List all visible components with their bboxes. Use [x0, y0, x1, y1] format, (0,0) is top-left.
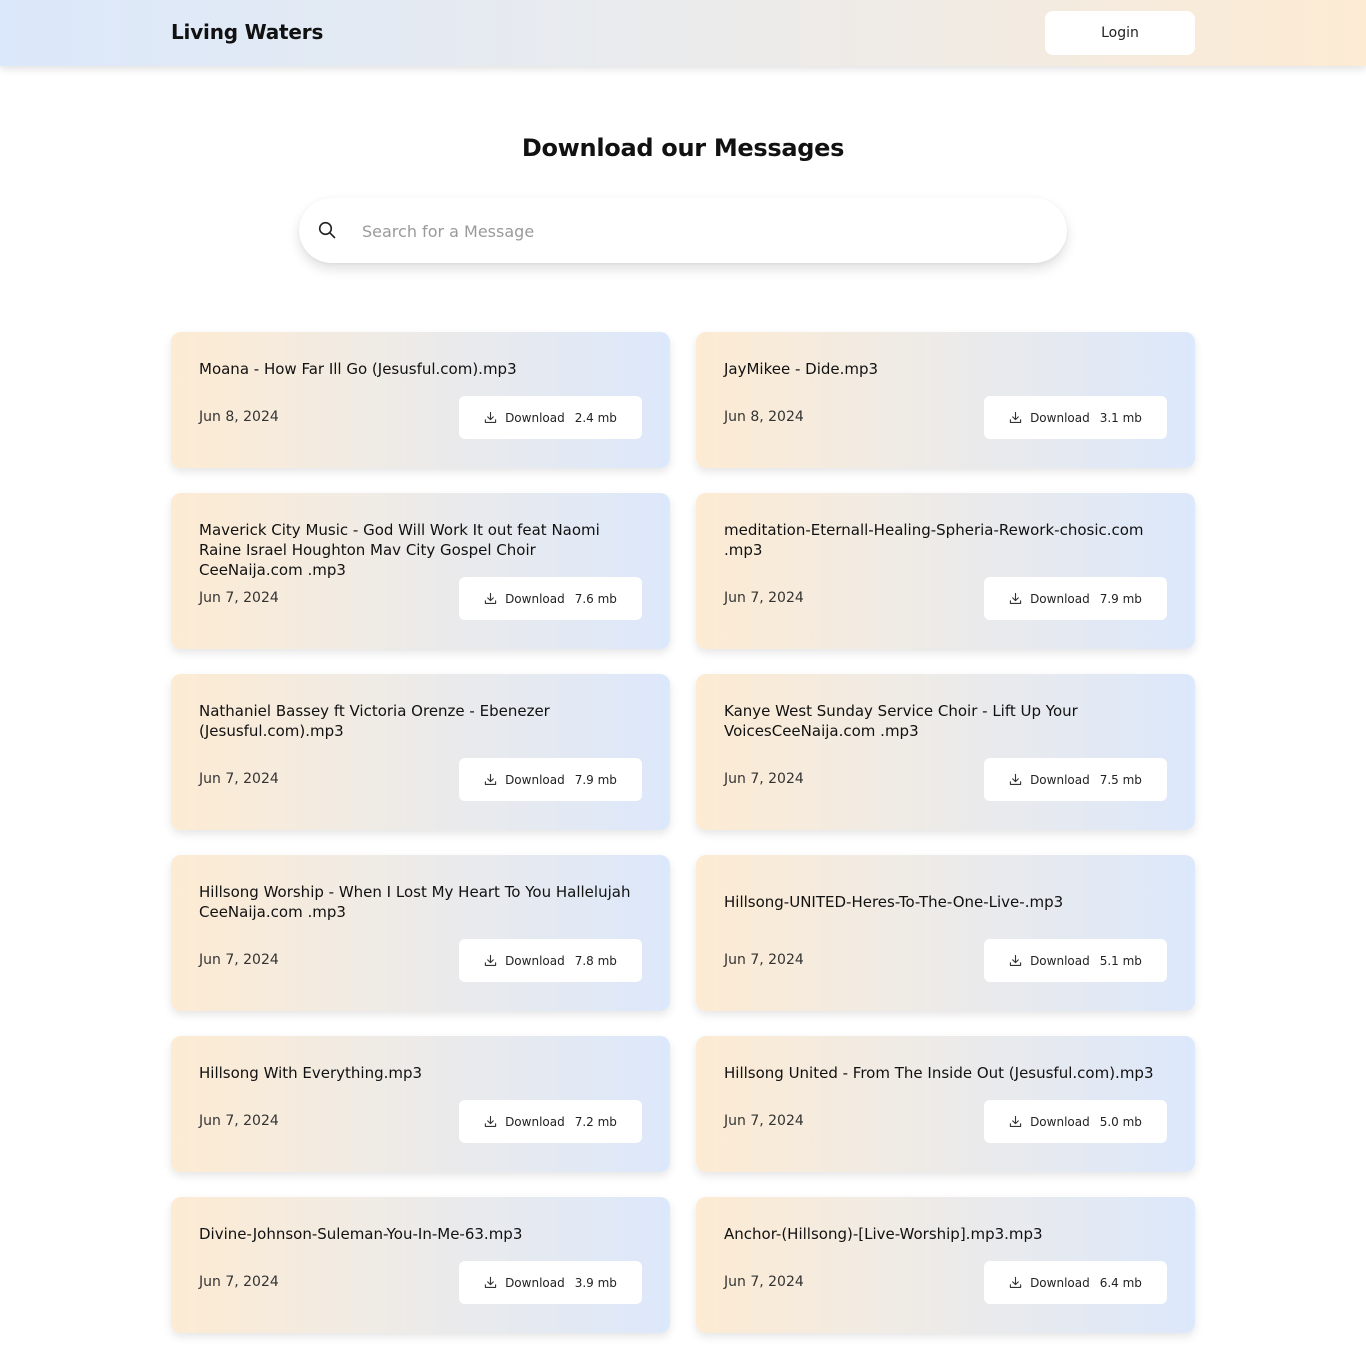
message-date: Jun 7, 2024: [199, 590, 279, 606]
message-date: Jun 7, 2024: [724, 952, 804, 968]
search-icon: [318, 221, 336, 239]
message-card: Moana - How Far Ill Go (Jesusful.com).mp…: [171, 332, 670, 468]
message-title: meditation-Eternall-Healing-Spheria-Rewo…: [724, 521, 1144, 559]
message-card: Nathaniel Bassey ft Victoria Orenze - Eb…: [171, 674, 670, 830]
download-button[interactable]: Download 2.4 mb: [459, 396, 642, 439]
brand-logo-text[interactable]: Living Waters: [171, 20, 323, 44]
download-button[interactable]: Download 7.8 mb: [459, 939, 642, 982]
download-button[interactable]: Download 7.9 mb: [459, 758, 642, 801]
download-label: Download: [1030, 772, 1090, 787]
message-title: Anchor-(Hillsong)-[Live-Worship].mp3.mp3: [724, 1225, 1043, 1243]
message-card: JayMikee - Dide.mp3 Jun 8, 2024 Download 3.…: [696, 332, 1195, 468]
download-icon: [1009, 592, 1022, 604]
message-date: Jun 7, 2024: [724, 590, 804, 606]
file-size: 3.9 mb: [574, 1275, 617, 1290]
download-icon: [1009, 954, 1022, 966]
download-button[interactable]: Download 6.4 mb: [984, 1261, 1167, 1304]
file-size: 3.1 mb: [1099, 410, 1142, 425]
file-size: 7.9 mb: [574, 772, 617, 787]
file-size: 7.6 mb: [574, 591, 617, 606]
message-title: Hillsong-UNITED-Heres-To-The-One-Live-.m…: [724, 893, 1064, 911]
message-card: Anchor-(Hillsong)-[Live-Worship].mp3.mp3…: [696, 1197, 1195, 1333]
file-size: 2.4 mb: [574, 410, 617, 425]
message-title: Nathaniel Bassey ft Victoria Orenze - Eb…: [199, 702, 550, 740]
message-title: Hillsong With Everything.mp3: [199, 1064, 423, 1082]
message-date: Jun 7, 2024: [724, 1274, 804, 1290]
message-title: Maverick City Music - God Will Work It o…: [199, 521, 600, 579]
download-label: Download: [505, 591, 565, 606]
page-title: Download our Messages: [521, 134, 845, 162]
download-label: Download: [505, 953, 565, 968]
message-title: Moana - How Far Ill Go (Jesusful.com).mp…: [199, 360, 517, 378]
message-date: Jun 8, 2024: [724, 409, 804, 425]
download-icon: [484, 411, 497, 423]
download-icon: [1009, 1276, 1022, 1288]
download-label: Download: [1030, 410, 1090, 425]
download-icon: [1009, 411, 1022, 423]
download-icon: [484, 773, 497, 785]
file-size: 5.0 mb: [1099, 1114, 1142, 1129]
download-icon: [484, 592, 497, 604]
message-date: Jun 8, 2024: [199, 409, 279, 425]
message-title: Hillsong United - From The Inside Out (J…: [724, 1064, 1154, 1082]
download-icon: [1009, 773, 1022, 785]
search-input[interactable]: [362, 214, 1042, 248]
message-title: JayMikee - Dide.mp3: [724, 360, 879, 378]
download-icon: [1009, 1115, 1022, 1127]
login-button[interactable]: Login: [1045, 11, 1195, 55]
download-label: Download: [505, 410, 565, 425]
download-button[interactable]: Download 7.9 mb: [984, 577, 1167, 620]
file-size: 7.5 mb: [1099, 772, 1142, 787]
file-size: 7.8 mb: [574, 953, 617, 968]
download-button[interactable]: Download 3.9 mb: [459, 1261, 642, 1304]
message-card: Kanye West Sunday Service Choir - Lift U…: [696, 674, 1195, 830]
download-icon: [484, 1115, 497, 1127]
download-button[interactable]: Download 7.2 mb: [459, 1100, 642, 1143]
message-title: Kanye West Sunday Service Choir - Lift U…: [724, 702, 1078, 740]
file-size: 7.2 mb: [574, 1114, 617, 1129]
message-card: Maverick City Music - God Will Work It o…: [171, 493, 670, 649]
download-label: Download: [505, 1114, 565, 1129]
download-button[interactable]: Download 5.1 mb: [984, 939, 1167, 982]
message-date: Jun 7, 2024: [199, 771, 279, 787]
top-navbar: Living Waters Login: [0, 0, 1366, 66]
message-date: Jun 7, 2024: [199, 952, 279, 968]
download-button[interactable]: Download 7.6 mb: [459, 577, 642, 620]
download-icon: [484, 1276, 497, 1288]
message-card: Hillsong With Everything.mp3 Jun 7, 2024 D…: [171, 1036, 670, 1172]
download-label: Download: [1030, 953, 1090, 968]
download-icon: [484, 954, 497, 966]
message-date: Jun 7, 2024: [199, 1113, 279, 1129]
download-button[interactable]: Download 7.5 mb: [984, 758, 1167, 801]
download-label: Download: [1030, 1114, 1090, 1129]
download-button[interactable]: Download 3.1 mb: [984, 396, 1167, 439]
file-size: 7.9 mb: [1099, 591, 1142, 606]
file-size: 6.4 mb: [1099, 1275, 1142, 1290]
message-date: Jun 7, 2024: [199, 1274, 279, 1290]
message-card: meditation-Eternall-Healing-Spheria-Rewo…: [696, 493, 1195, 649]
download-label: Download: [1030, 591, 1090, 606]
message-card: Hillsong United - From The Inside Out (J…: [696, 1036, 1195, 1172]
message-title: Divine-Johnson-Suleman-You-In-Me-63.mp3: [199, 1225, 523, 1243]
download-button[interactable]: Download 5.0 mb: [984, 1100, 1167, 1143]
message-card: Divine-Johnson-Suleman-You-In-Me-63.mp3 J…: [171, 1197, 670, 1333]
file-size: 5.1 mb: [1099, 953, 1142, 968]
download-label: Download: [505, 772, 565, 787]
message-card: Hillsong Worship - When I Lost My Heart …: [171, 855, 670, 1011]
download-label: Download: [505, 1275, 565, 1290]
message-date: Jun 7, 2024: [724, 1113, 804, 1129]
message-title: Hillsong Worship - When I Lost My Heart …: [199, 883, 631, 921]
message-card: Hillsong-UNITED-Heres-To-The-One-Live-.m…: [696, 855, 1195, 1011]
message-date: Jun 7, 2024: [724, 771, 804, 787]
download-label: Download: [1030, 1275, 1090, 1290]
